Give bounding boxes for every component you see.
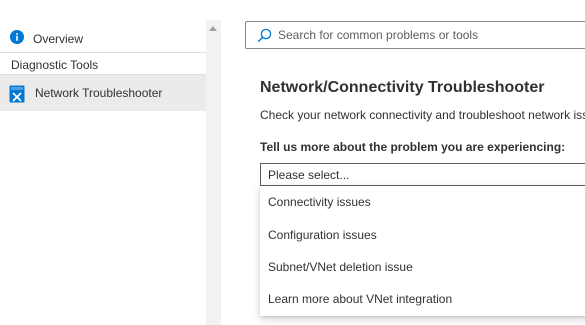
divider: [0, 52, 206, 53]
dropdown-menu: Connectivity issues Configuration issues…: [260, 186, 585, 316]
scroll-up-arrow-icon[interactable]: [209, 26, 217, 31]
dropdown-option-label: Connectivity issues: [268, 195, 371, 209]
sidebar-item-network-troubleshooter[interactable]: Network Troubleshooter: [0, 75, 206, 111]
sidebar: Overview Diagnostic Tools Network Troubl…: [0, 20, 206, 325]
search-box[interactable]: [245, 21, 585, 49]
problem-dropdown[interactable]: Please select...: [260, 163, 585, 186]
dropdown-option-label: Subnet/VNet deletion issue: [268, 260, 413, 274]
sidebar-item-label: Network Troubleshooter: [35, 86, 163, 100]
sidebar-empty-area: [0, 111, 206, 325]
dropdown-option-subnet-vnet-deletion[interactable]: Subnet/VNet deletion issue: [260, 251, 585, 283]
tool-icon: [9, 85, 25, 103]
search-input[interactable]: [278, 22, 578, 48]
dropdown-option-label: Learn more about VNet integration: [268, 292, 453, 306]
page-description: Check your network connectivity and trou…: [260, 108, 585, 122]
search-icon: [257, 28, 272, 43]
info-icon: [10, 30, 24, 44]
problem-question-label: Tell us more about the problem you are e…: [260, 140, 566, 154]
sidebar-item-label: Overview: [33, 32, 84, 46]
page-title: Network/Connectivity Troubleshooter: [260, 79, 545, 96]
dropdown-option-configuration-issues[interactable]: Configuration issues: [260, 219, 585, 251]
dropdown-option-connectivity-issues[interactable]: Connectivity issues: [260, 186, 585, 218]
dropdown-selected-value: Please select...: [268, 168, 350, 182]
dropdown-option-label: Configuration issues: [268, 228, 377, 242]
sidebar-item-overview[interactable]: Overview: [0, 27, 206, 49]
dropdown-option-learn-vnet-integration[interactable]: Learn more about VNet integration: [260, 283, 585, 315]
scrollbar[interactable]: [206, 20, 221, 325]
sidebar-section-header: Diagnostic Tools: [11, 58, 99, 72]
